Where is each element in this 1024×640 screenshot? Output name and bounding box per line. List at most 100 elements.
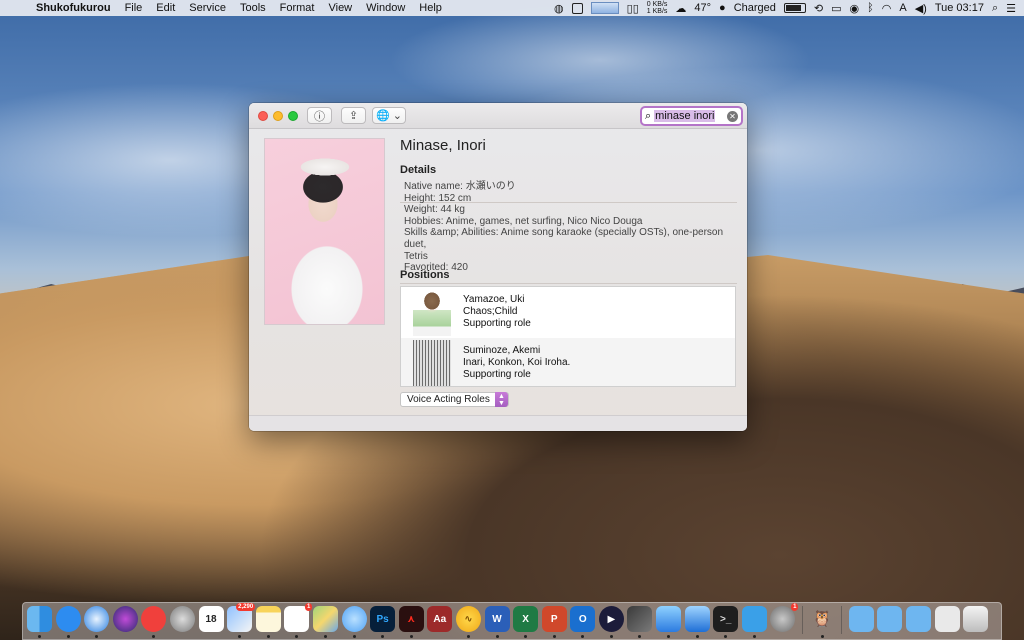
acrobat-icon[interactable]: ⋏ <box>398 606 424 638</box>
excel-icon[interactable]: X <box>513 606 539 638</box>
share-icon: ⇪ <box>348 110 359 122</box>
menu-help[interactable]: Help <box>419 2 442 14</box>
memory-icon[interactable]: ▯▯ <box>627 2 639 15</box>
xcode-icon[interactable] <box>684 606 710 638</box>
launchpad-icon[interactable] <box>169 606 195 632</box>
tweetbot-icon[interactable] <box>741 606 767 638</box>
detail-native-name: Native name: 水瀬いのり <box>404 181 516 192</box>
menu-format[interactable]: Format <box>280 2 315 14</box>
final-cut-icon[interactable] <box>627 606 653 638</box>
photoshop-icon[interactable]: Ps <box>370 606 396 638</box>
cpu-graph[interactable] <box>590 2 619 14</box>
clock-text[interactable]: Tue 03:17 <box>935 2 984 14</box>
battery-icon[interactable] <box>783 3 806 13</box>
table-row[interactable]: Suminoze, Akemi Inari, Konkon, Koi Iroha… <box>401 338 735 386</box>
trash-icon[interactable] <box>963 606 989 632</box>
details-header: Details <box>400 164 437 176</box>
downloads-folder-icon[interactable] <box>906 606 931 632</box>
mail-folder-icon[interactable] <box>934 606 960 632</box>
archive-icon[interactable] <box>656 606 682 638</box>
powerpoint-icon[interactable]: P <box>541 606 567 638</box>
table-row[interactable]: Yamazoe, Uki Chaos;Child Supporting role <box>401 287 735 338</box>
share-button[interactable]: ⇪ <box>341 107 366 124</box>
vpn-globe-icon[interactable]: ◍ <box>554 2 564 15</box>
menu-file[interactable]: File <box>125 2 143 14</box>
finder-icon[interactable] <box>27 606 52 638</box>
bluetooth-icon[interactable]: ᛒ <box>867 2 874 14</box>
close-window-button[interactable] <box>258 111 268 121</box>
menu-edit[interactable]: Edit <box>156 2 175 14</box>
input-source-icon[interactable]: A <box>899 2 906 14</box>
character-name: Suminoze, Akemi <box>463 345 541 356</box>
infuse-icon[interactable]: ▶ <box>598 606 624 638</box>
terminal-icon[interactable]: >_ <box>713 606 739 638</box>
zoom-window-button[interactable] <box>288 111 298 121</box>
window-footer <box>249 415 747 431</box>
battery-status-text[interactable]: Charged <box>734 2 776 14</box>
weather-icon[interactable]: ☁ <box>675 2 686 15</box>
search-input[interactable]: minase inori <box>654 110 716 122</box>
volume-icon[interactable]: ◀) <box>915 2 927 15</box>
applications-folder-icon[interactable] <box>848 606 874 632</box>
detail-hobbies: Hobbies: Anime, games, net surfing, Nico… <box>404 215 643 227</box>
news-icon[interactable] <box>141 606 167 638</box>
word-icon[interactable]: W <box>484 606 510 638</box>
web-menu-button[interactable]: 🌐 ⌄ <box>372 107 406 124</box>
search-field[interactable]: ⌕ minase inori ✕ <box>640 106 743 126</box>
menu-service[interactable]: Service <box>189 2 226 14</box>
minimize-window-button[interactable] <box>273 111 283 121</box>
temperature-text[interactable]: 47° <box>694 2 711 14</box>
reminders-icon[interactable]: 1 <box>284 603 313 638</box>
title-bar: ⓘ ⇪ 🌐 ⌄ ⌕ minase inori ✕ <box>249 103 747 129</box>
role-type-select-value: Voice Acting Roles <box>407 394 490 405</box>
status-app-icon[interactable] <box>571 2 583 14</box>
details-text: Native name: 水瀬いのり Height: 152 cm Weight… <box>404 181 739 274</box>
positions-table[interactable]: Yamazoe, Uki Chaos;Child Supporting role… <box>400 286 736 387</box>
globe-icon: 🌐 ⌄ <box>376 110 402 122</box>
menu-tools[interactable]: Tools <box>240 2 266 14</box>
window-controls <box>258 111 298 121</box>
time-machine-icon[interactable]: ⟲ <box>814 2 823 15</box>
battery-dot-icon[interactable]: ● <box>719 2 726 14</box>
spotlight-icon[interactable]: ⌕ <box>992 2 998 15</box>
menu-view[interactable]: View <box>328 2 352 14</box>
notes-icon[interactable] <box>255 606 281 638</box>
network-speed[interactable]: 0 KB/s 1 KB/s <box>647 1 668 15</box>
dictionary-icon[interactable]: Aa <box>427 606 453 632</box>
siri-icon[interactable] <box>112 606 138 632</box>
person-photo <box>264 138 385 325</box>
net-down-text: 1 KB/s <box>646 8 668 15</box>
safari-icon[interactable] <box>84 606 110 638</box>
display-icon[interactable]: ▭ <box>831 2 841 15</box>
detail-height: Height: 152 cm <box>404 192 472 204</box>
audio-icon[interactable]: ∿ <box>455 606 481 638</box>
system-preferences-icon[interactable]: 1 <box>770 603 799 632</box>
positions-divider <box>400 283 737 284</box>
reminders-badge: 1 <box>305 603 313 611</box>
outlook-icon[interactable]: O <box>570 606 596 638</box>
detail-weight: Weight: 44 kg <box>404 204 465 216</box>
notification-center-icon[interactable]: ☰ <box>1006 2 1016 15</box>
calendar-icon[interactable]: 18 <box>198 606 224 632</box>
menu-bar: Shukofukurou File Edit Service Tools For… <box>0 0 1024 16</box>
detail-skills-cont: Tetris <box>404 250 428 262</box>
info-button[interactable]: ⓘ <box>307 107 332 124</box>
role-type-select[interactable]: Voice Acting Roles ▲ ▼ <box>400 392 509 407</box>
app-menu[interactable]: Shukofukurou <box>36 2 111 14</box>
screen-time-icon[interactable]: ◉ <box>850 2 860 15</box>
owl-app-icon[interactable]: 🦉 <box>810 606 835 638</box>
app-store-icon[interactable] <box>55 606 81 638</box>
app-badge: 1 <box>791 603 799 611</box>
dock-separator <box>802 606 804 634</box>
clear-search-icon[interactable]: ✕ <box>727 111 738 122</box>
wifi-icon[interactable]: ◠ <box>882 2 892 15</box>
photos-badge: 2,290 <box>236 603 256 611</box>
info-icon: ⓘ <box>314 110 325 123</box>
maps-icon[interactable] <box>312 606 338 638</box>
messages-icon[interactable] <box>341 606 367 638</box>
menu-window[interactable]: Window <box>366 2 405 14</box>
documents-folder-icon[interactable] <box>877 606 903 632</box>
calendar-day: 18 <box>205 613 217 625</box>
person-name: Minase, Inori <box>400 137 486 154</box>
preview-icon[interactable]: 2,290 <box>227 603 256 638</box>
